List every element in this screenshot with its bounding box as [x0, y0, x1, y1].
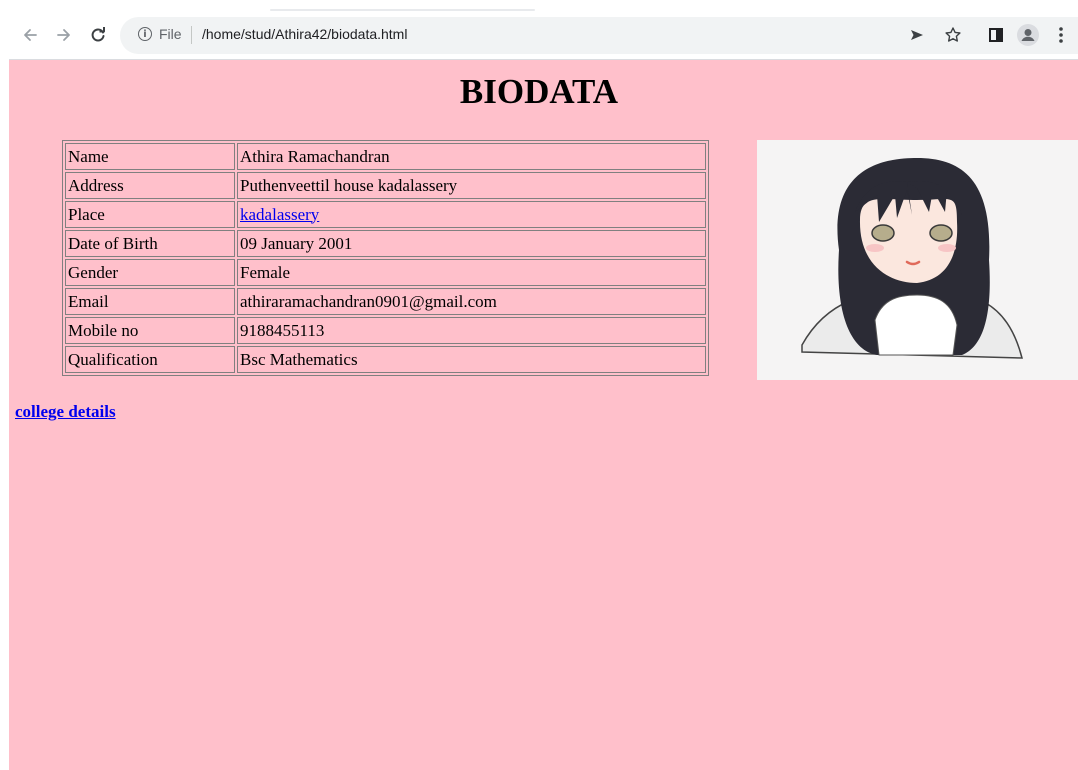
browser-toolbar: i File /home/stud/Athira42/biodata.html	[0, 0, 1078, 60]
forward-arrow-icon[interactable]	[53, 24, 75, 46]
table-row: Gender Female	[65, 259, 706, 286]
profile-icon[interactable]	[1016, 24, 1040, 46]
row-label: Email	[65, 288, 235, 315]
row-label: Mobile no	[65, 317, 235, 344]
row-value: Athira Ramachandran	[237, 143, 706, 170]
table-row: Email athiraramachandran0901@gmail.com	[65, 288, 706, 315]
row-value: 09 January 2001	[237, 230, 706, 257]
window-left-edge	[0, 0, 9, 770]
row-label: Name	[65, 143, 235, 170]
back-arrow-icon[interactable]	[19, 24, 41, 46]
row-value: Female	[237, 259, 706, 286]
file-label: File	[159, 26, 182, 42]
share-icon[interactable]	[906, 24, 928, 46]
row-label: Gender	[65, 259, 235, 286]
row-value: Puthenveettil house kadalassery	[237, 172, 706, 199]
row-label: Date of Birth	[65, 230, 235, 257]
star-icon[interactable]	[942, 24, 964, 46]
place-link[interactable]: kadalassery	[240, 205, 319, 224]
table-row: Mobile no 9188455113	[65, 317, 706, 344]
row-label: Qualification	[65, 346, 235, 373]
address-separator	[191, 26, 192, 44]
row-label: Address	[65, 172, 235, 199]
info-icon[interactable]: i	[138, 27, 152, 41]
row-value: athiraramachandran0901@gmail.com	[237, 288, 706, 315]
tab-strip-indicator	[270, 9, 535, 11]
table-row: Date of Birth 09 January 2001	[65, 230, 706, 257]
row-value: Bsc Mathematics	[237, 346, 706, 373]
row-value: 9188455113	[237, 317, 706, 344]
menu-dots-icon[interactable]	[1054, 24, 1068, 46]
college-details-link[interactable]: college details	[15, 402, 116, 422]
table-row: Name Athira Ramachandran	[65, 143, 706, 170]
table-row: Place kadalassery	[65, 201, 706, 228]
row-value: kadalassery	[237, 201, 706, 228]
profile-photo	[757, 140, 1078, 380]
biodata-table: Name Athira Ramachandran Address Puthenveet…	[62, 140, 709, 376]
side-panel-icon[interactable]	[985, 24, 1007, 46]
url-text[interactable]: /home/stud/Athira42/biodata.html	[202, 26, 407, 42]
row-label: Place	[65, 201, 235, 228]
reload-icon[interactable]	[87, 24, 109, 46]
page-title: BIODATA	[459, 72, 619, 111]
table-row: Qualification Bsc Mathematics	[65, 346, 706, 373]
table-row: Address Puthenveettil house kadalassery	[65, 172, 706, 199]
